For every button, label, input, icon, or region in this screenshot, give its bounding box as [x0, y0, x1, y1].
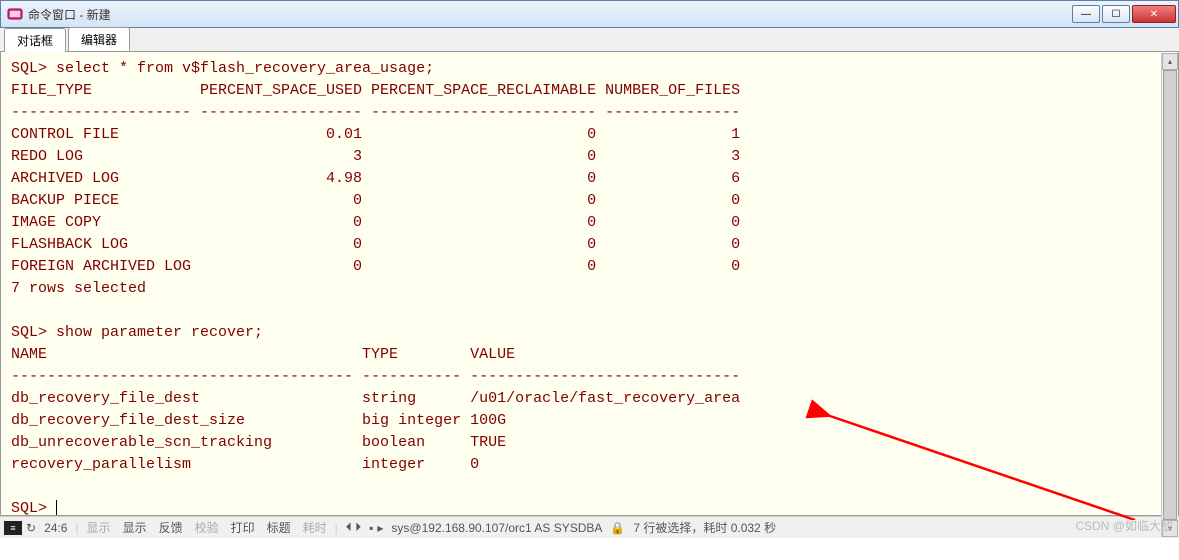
- status-show2[interactable]: 显示: [119, 519, 151, 536]
- status-bar: ≡ ↻ 24:6 | 显示 显示 反馈 校验 打印 标题 耗时 | ⏴ ⏵ ▪ …: [0, 516, 1179, 538]
- window-controls: — ☐ ✕: [1072, 5, 1176, 23]
- window-title: 命令窗口 - 新建: [28, 6, 1072, 23]
- sql-line: 7 rows selected: [11, 280, 146, 297]
- status-message: 7 行被选择，耗时 0.032 秒: [629, 519, 780, 536]
- sql-line: ARCHIVED LOG 4.98 0 6: [11, 170, 740, 187]
- minimize-button[interactable]: —: [1072, 5, 1100, 23]
- sql-line: BACKUP PIECE 0 0 0: [11, 192, 740, 209]
- connection-string: sys@192.168.90.107/orc1 AS SYSDBA: [387, 521, 606, 535]
- scroll-down-button[interactable]: ▾: [1162, 520, 1178, 537]
- cursor-position: 24:6: [40, 521, 71, 535]
- sql-line: NAME TYPE VALUE: [11, 346, 515, 363]
- sql-line: -------------------------------------- -…: [11, 368, 740, 385]
- maximize-button[interactable]: ☐: [1102, 5, 1130, 23]
- bullet-icon: ▪: [369, 521, 373, 535]
- status-time[interactable]: 耗时: [299, 519, 331, 536]
- status-feedback[interactable]: 反馈: [155, 519, 187, 536]
- scroll-up-button[interactable]: ▴: [1162, 53, 1178, 70]
- vertical-scrollbar[interactable]: ▴ ▾: [1161, 53, 1178, 537]
- sql-line: FILE_TYPE PERCENT_SPACE_USED PERCENT_SPA…: [11, 82, 740, 99]
- sql-line: SQL> show parameter recover;: [11, 324, 263, 341]
- play-icon[interactable]: ▸: [377, 521, 383, 535]
- sql-line: db_recovery_file_dest string /u01/oracle…: [11, 390, 740, 407]
- sql-line: SQL> select * from v$flash_recovery_area…: [11, 60, 434, 77]
- sql-line: -------------------- ------------------ …: [11, 104, 740, 121]
- tab-bar: 对话框 编辑器: [0, 28, 1179, 52]
- sql-line: db_unrecoverable_scn_tracking boolean TR…: [11, 434, 506, 451]
- status-dark-icon: ≡: [4, 521, 22, 535]
- sql-line: REDO LOG 3 0 3: [11, 148, 740, 165]
- sql-line: FOREIGN ARCHIVED LOG 0 0 0: [11, 258, 740, 275]
- nav-arrows[interactable]: ⏴ ⏵: [342, 520, 365, 535]
- close-button[interactable]: ✕: [1132, 5, 1176, 23]
- lock-icon: 🔒: [610, 521, 625, 535]
- status-show[interactable]: 显示: [83, 519, 115, 536]
- app-icon: [7, 6, 23, 22]
- sql-prompt: SQL>: [11, 500, 56, 516]
- tab-dialog[interactable]: 对话框: [4, 28, 66, 52]
- window-titlebar: 命令窗口 - 新建 — ☐ ✕: [0, 0, 1179, 28]
- refresh-icon[interactable]: ↻: [26, 521, 36, 535]
- sql-console[interactable]: SQL> select * from v$flash_recovery_area…: [0, 52, 1179, 516]
- sql-line: db_recovery_file_dest_size big integer 1…: [11, 412, 506, 429]
- sql-line: IMAGE COPY 0 0 0: [11, 214, 740, 231]
- status-title[interactable]: 标题: [263, 519, 295, 536]
- status-print[interactable]: 打印: [227, 519, 259, 536]
- scroll-thumb[interactable]: [1163, 70, 1177, 520]
- tab-editor[interactable]: 编辑器: [68, 27, 130, 51]
- sql-line: recovery_parallelism integer 0: [11, 456, 479, 473]
- sql-line: CONTROL FILE 0.01 0 1: [11, 126, 740, 143]
- text-cursor: [56, 500, 57, 516]
- status-check[interactable]: 校验: [191, 519, 223, 536]
- sql-line: FLASHBACK LOG 0 0 0: [11, 236, 740, 253]
